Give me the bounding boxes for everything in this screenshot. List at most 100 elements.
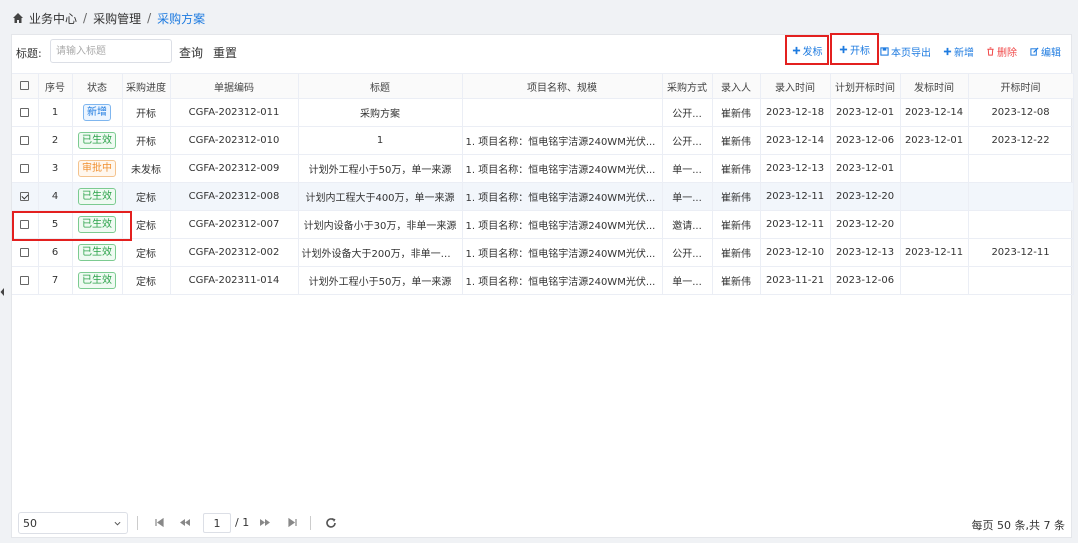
- collapse-sidebar-icon[interactable]: [0, 287, 4, 297]
- title-cell: 计划外工程小于50万，单一来源: [298, 266, 463, 295]
- table-row[interactable]: 7 已生效 定标 CGFA-202311-014 计划外工程小于50万，单一来源 1. 项…: [12, 266, 1074, 295]
- row-select-cell[interactable]: [12, 126, 39, 155]
- method-cell: 单一...: [662, 182, 713, 211]
- table-header-row: 序号 状态 采购进度 单据编码 标题 项目名称、规模 采购方式 录入人 录入时间…: [12, 73, 1074, 99]
- add-label: 新增: [954, 47, 974, 59]
- table-row[interactable]: 4 已生效 定标 CGFA-202312-008 计划内工程大于400万，单一来源 1. …: [12, 182, 1074, 211]
- project-cell: 1. 项目名称：恒电铭宇洁源240WM光伏...: [462, 126, 663, 155]
- breadcrumb: 业务中心 / 采购管理 / 采购方案: [12, 8, 205, 28]
- breadcrumb-item-purchase-management[interactable]: 采购管理: [93, 10, 141, 27]
- next-page-icon[interactable]: [260, 517, 271, 528]
- plus-icon: [839, 45, 848, 53]
- pagination-summary: 每页 50 条,共 7 条: [971, 519, 1065, 532]
- entry-time-cell: 2023-11-21: [760, 266, 831, 295]
- status-badge: 已生效: [78, 188, 116, 205]
- title-filter-label: 标题:: [16, 47, 42, 60]
- row-checkbox[interactable]: [20, 247, 30, 257]
- purchase-plan-table: 序号 状态 采购进度 单据编码 标题 项目名称、规模 采购方式 录入人 录入时间…: [12, 73, 1074, 295]
- column-header-user: 录入人: [712, 73, 761, 99]
- refresh-icon[interactable]: [325, 517, 337, 529]
- save-icon: [880, 46, 889, 56]
- column-header-code: 单据编码: [170, 73, 299, 99]
- user-cell: 崔新伟: [712, 266, 761, 295]
- user-cell: 崔新伟: [712, 210, 761, 239]
- row-checkbox[interactable]: [20, 135, 30, 145]
- code-cell: CGFA-202312-008: [170, 182, 299, 211]
- current-page-input[interactable]: [203, 513, 231, 533]
- open-time-cell: [968, 210, 1074, 239]
- row-select-cell[interactable]: [12, 182, 39, 211]
- method-cell: 公开...: [662, 238, 713, 267]
- method-cell: 单一...: [662, 266, 713, 295]
- row-checkbox[interactable]: [20, 191, 30, 201]
- user-cell: 崔新伟: [712, 238, 761, 267]
- title-search-input[interactable]: [50, 39, 172, 63]
- status-cell: 已生效: [72, 238, 123, 267]
- last-page-icon[interactable]: [287, 517, 298, 528]
- select-all-cell[interactable]: [12, 73, 39, 99]
- home-icon: [13, 13, 23, 23]
- method-cell: 公开...: [662, 98, 713, 127]
- title-cell: 1: [298, 126, 463, 155]
- table-row[interactable]: 1 新增 开标 CGFA-202312-011 采购方案 公开... 崔新伟 2023-12-…: [12, 98, 1074, 127]
- issue-time-cell: [900, 154, 969, 183]
- divider: [137, 516, 138, 530]
- open-time-cell: 2023-12-11: [968, 238, 1074, 267]
- row-checkbox[interactable]: [20, 163, 30, 173]
- project-cell: 1. 项目名称：恒电铭宇洁源240WM光伏...: [462, 210, 663, 239]
- title-cell: 计划内设备小于30万，非单一来源: [298, 210, 463, 239]
- entry-time-cell: 2023-12-18: [760, 98, 831, 127]
- status-cell: 已生效: [72, 126, 123, 155]
- title-cell: 计划外设备大于200万，非单一来源: [298, 238, 463, 267]
- status-cell: 审批中: [72, 154, 123, 183]
- row-checkbox[interactable]: [20, 275, 30, 285]
- issue-time-cell: 2023-12-01: [900, 126, 969, 155]
- edit-button[interactable]: 编辑: [1030, 44, 1061, 59]
- user-cell: 崔新伟: [712, 126, 761, 155]
- export-page-button[interactable]: 本页导出: [880, 44, 931, 59]
- row-select-cell[interactable]: [12, 98, 39, 127]
- row-number-cell: 2: [38, 126, 73, 155]
- row-checkbox[interactable]: [20, 219, 30, 229]
- project-cell: 1. 项目名称：恒电铭宇洁源240WM光伏...: [462, 182, 663, 211]
- user-cell: 崔新伟: [712, 154, 761, 183]
- previous-page-icon[interactable]: [179, 517, 190, 528]
- status-badge: 已生效: [78, 216, 116, 233]
- open-tender-button[interactable]: 开标: [830, 33, 879, 65]
- table-row[interactable]: 5 已生效 定标 CGFA-202312-007 计划内设备小于30万，非单一来源 1. …: [12, 210, 1074, 239]
- table-row[interactable]: 2 已生效 开标 CGFA-202312-010 1 1. 项目名称：恒电铭宇洁源240W…: [12, 126, 1074, 155]
- query-button[interactable]: 查询: [179, 44, 203, 61]
- code-cell: CGFA-202312-011: [170, 98, 299, 127]
- status-badge: 已生效: [78, 272, 116, 289]
- page-size-value: 50: [23, 516, 37, 530]
- add-button[interactable]: 新增: [943, 44, 974, 59]
- plan-open-time-cell: 2023-12-01: [830, 98, 901, 127]
- breadcrumb-item-business-center[interactable]: 业务中心: [29, 10, 77, 27]
- table-row[interactable]: 6 已生效 定标 CGFA-202312-002 计划外设备大于200万，非单一来源 1.…: [12, 238, 1074, 267]
- breadcrumb-current: 采购方案: [157, 11, 206, 26]
- code-cell: CGFA-202312-007: [170, 210, 299, 239]
- row-select-cell[interactable]: [12, 266, 39, 295]
- table-row[interactable]: 3 审批中 未发标 CGFA-202312-009 计划外工程小于50万，单一来源 1. …: [12, 154, 1074, 183]
- row-checkbox[interactable]: [20, 107, 30, 117]
- delete-label: 删除: [997, 47, 1017, 59]
- row-select-cell[interactable]: [12, 210, 39, 239]
- row-select-cell[interactable]: [12, 154, 39, 183]
- code-cell: CGFA-202311-014: [170, 266, 299, 295]
- reset-button[interactable]: 重置: [213, 44, 237, 61]
- row-select-cell[interactable]: [12, 238, 39, 267]
- progress-cell: 开标: [122, 98, 171, 127]
- status-cell: 新增: [72, 98, 123, 127]
- method-cell: 单一...: [662, 154, 713, 183]
- page-size-select[interactable]: 50: [18, 512, 128, 534]
- plan-open-time-cell: 2023-12-20: [830, 210, 901, 239]
- delete-button[interactable]: 删除: [986, 44, 1017, 59]
- select-all-checkbox[interactable]: [20, 81, 30, 90]
- issue-time-cell: 2023-12-11: [900, 238, 969, 267]
- issue-tender-button[interactable]: 发标: [785, 35, 829, 65]
- code-cell: CGFA-202312-002: [170, 238, 299, 267]
- method-cell: 公开...: [662, 126, 713, 155]
- column-header-project: 项目名称、规模: [462, 73, 663, 99]
- first-page-icon[interactable]: [154, 517, 165, 528]
- code-cell: CGFA-202312-010: [170, 126, 299, 155]
